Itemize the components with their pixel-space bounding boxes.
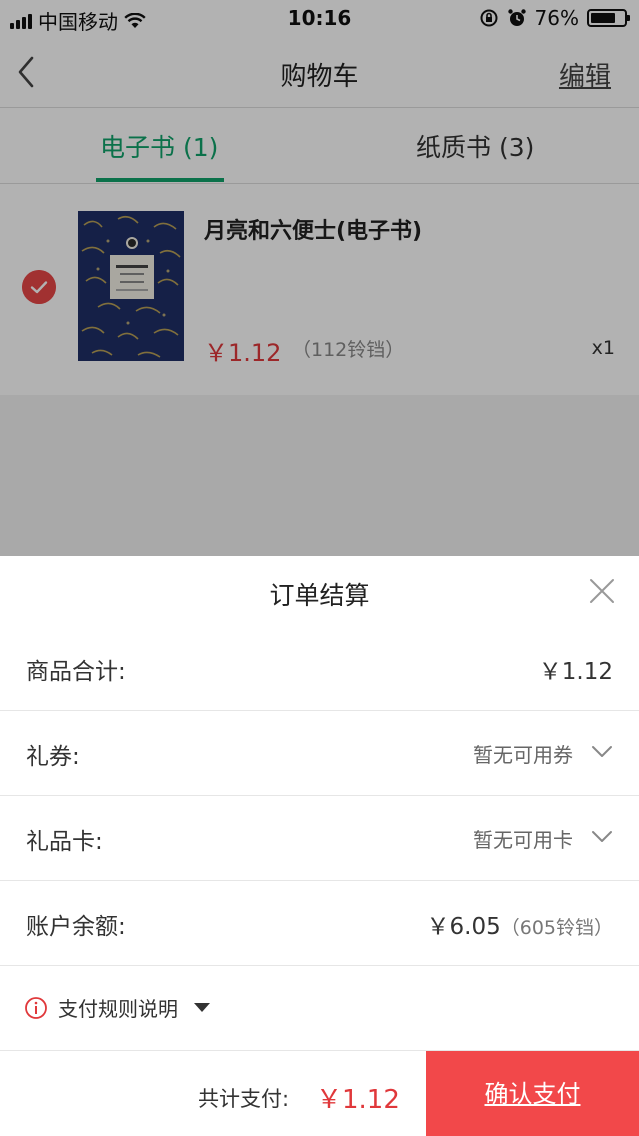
balance-label: 账户余额: (26, 914, 126, 940)
payment-rules-label[interactable]: 支付规则说明 (58, 993, 178, 1022)
balance-coins: （605铃铛） (500, 917, 613, 939)
gift-card-row[interactable]: 礼品卡: 暂无可用卡 (0, 796, 639, 881)
balance-row: 账户余额: ￥6.05（605铃铛） (0, 881, 639, 966)
chevron-down-icon[interactable] (591, 745, 613, 759)
confirm-payment-button[interactable]: 确认支付 (426, 1051, 639, 1136)
gift-card-label: 礼品卡: (26, 829, 103, 855)
balance-value: ￥6.05 (426, 914, 501, 940)
coupon-value[interactable]: 暂无可用券 (473, 739, 573, 768)
sheet-title: 订单结算 (269, 581, 370, 610)
subtotal-label: 商品合计: (26, 659, 126, 685)
chevron-down-icon[interactable] (591, 830, 613, 844)
caret-down-icon[interactable] (194, 1003, 210, 1012)
checkout-sheet: 订单结算 商品合计: ￥1.12 礼券: 暂无可用券 礼品卡: 暂无可用卡 账户… (0, 556, 639, 1136)
payment-rules-toggle[interactable]: 支付规则说明 (24, 993, 210, 1022)
close-icon[interactable] (587, 576, 617, 606)
total-value: ￥1.12 (316, 1085, 400, 1115)
gift-card-value[interactable]: 暂无可用卡 (473, 824, 573, 853)
total-label: 共计支付: (198, 1087, 290, 1111)
subtotal-value: ￥1.12 (538, 659, 613, 685)
subtotal-row: 商品合计: ￥1.12 (0, 626, 639, 711)
modal-overlay[interactable] (0, 0, 639, 556)
info-icon (25, 996, 47, 1019)
checkout-footer: 共计支付: ￥1.12 确认支付 (0, 1050, 639, 1136)
coupon-label: 礼券: (26, 744, 80, 770)
coupon-row[interactable]: 礼券: 暂无可用券 (0, 711, 639, 796)
balance-value-group: ￥6.05（605铃铛） (427, 907, 613, 941)
